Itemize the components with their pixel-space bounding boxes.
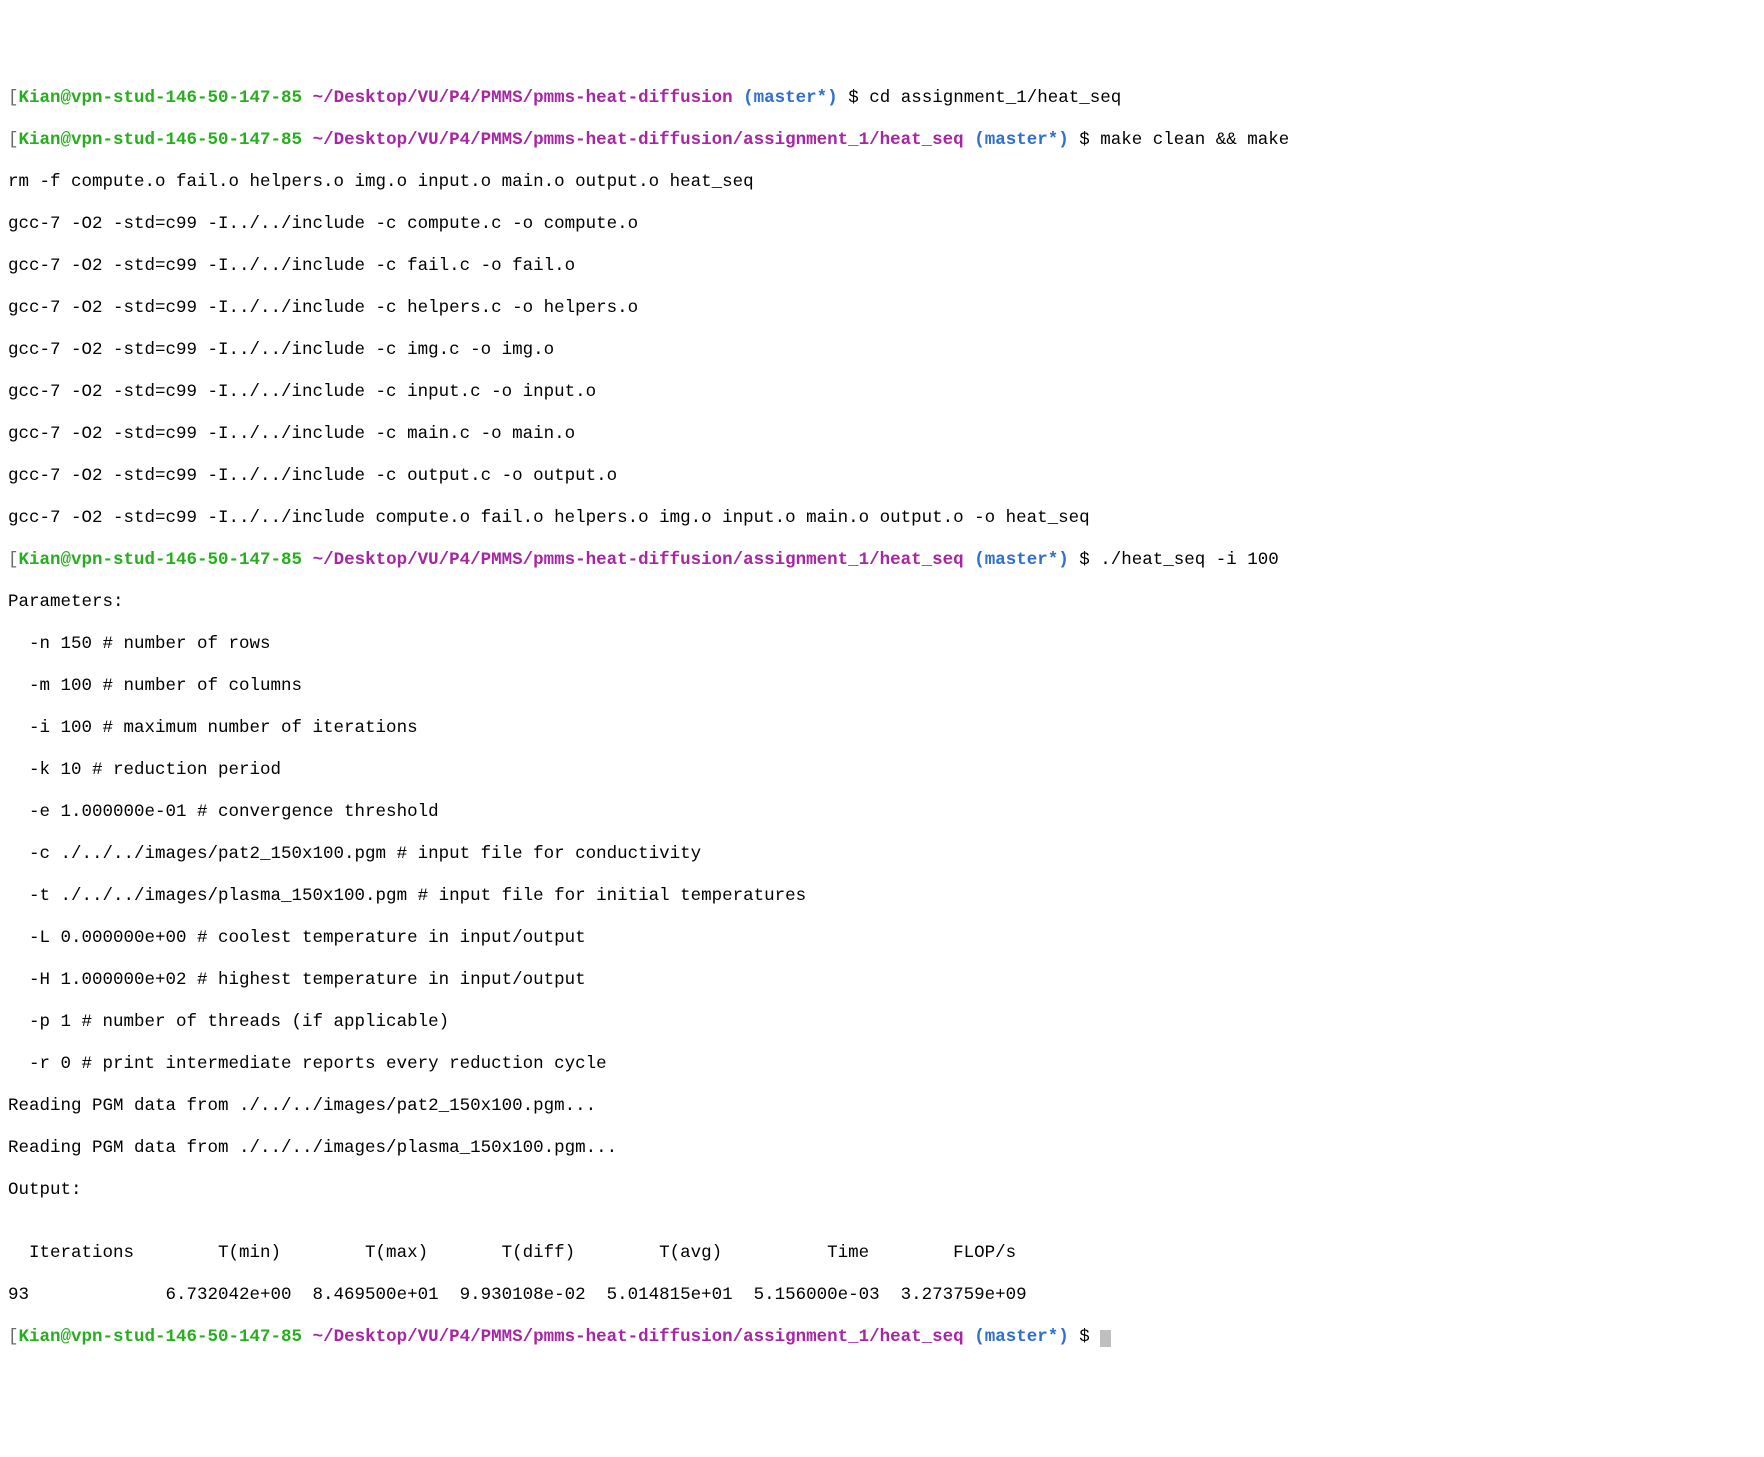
prompt-dollar: $: [838, 88, 870, 108]
params-header: Parameters:: [8, 592, 1756, 613]
param-line: -c ./../../images/pat2_150x100.pgm # inp…: [8, 844, 1756, 865]
user-host: Kian@vpn-stud-146-50-147-85: [19, 130, 303, 150]
results-table-row: 93 6.732042e+00 8.469500e+01 9.930108e-0…: [8, 1285, 1756, 1306]
cwd-path: ~/Desktop/VU/P4/PMMS/pmms-heat-diffusion: [313, 88, 733, 108]
param-line: -e 1.000000e-01 # convergence threshold: [8, 802, 1756, 823]
make-output-line: gcc-7 -O2 -std=c99 -I../../include -c ou…: [8, 466, 1756, 487]
param-line: -L 0.000000e+00 # coolest temperature in…: [8, 928, 1756, 949]
make-output-line: gcc-7 -O2 -std=c99 -I../../include -c im…: [8, 340, 1756, 361]
prompt-line-3: [Kian@vpn-stud-146-50-147-85 ~/Desktop/V…: [8, 550, 1756, 571]
prompt-dollar: $: [1069, 1327, 1101, 1347]
make-output-line: gcc-7 -O2 -std=c99 -I../../include -c fa…: [8, 256, 1756, 277]
make-output-line: rm -f compute.o fail.o helpers.o img.o i…: [8, 172, 1756, 193]
param-line: -k 10 # reduction period: [8, 760, 1756, 781]
git-branch: (master*): [743, 88, 838, 108]
user-host: Kian@vpn-stud-146-50-147-85: [19, 550, 303, 570]
results-table-header: Iterations T(min) T(max) T(diff) T(avg) …: [8, 1243, 1756, 1264]
param-line: -t ./../../images/plasma_150x100.pgm # i…: [8, 886, 1756, 907]
command-text[interactable]: make clean && make: [1100, 130, 1289, 150]
param-line: -m 100 # number of columns: [8, 676, 1756, 697]
prompt-line-2: [Kian@vpn-stud-146-50-147-85 ~/Desktop/V…: [8, 130, 1756, 151]
param-line: -p 1 # number of threads (if applicable): [8, 1012, 1756, 1033]
make-output-line: gcc-7 -O2 -std=c99 -I../../include -c co…: [8, 214, 1756, 235]
reading-line: Reading PGM data from ./../../images/pla…: [8, 1138, 1756, 1159]
bracket-open: [: [8, 130, 19, 150]
param-line: -H 1.000000e+02 # highest temperature in…: [8, 970, 1756, 991]
output-header: Output:: [8, 1180, 1756, 1201]
reading-line: Reading PGM data from ./../../images/pat…: [8, 1096, 1756, 1117]
prompt-line-1: [Kian@vpn-stud-146-50-147-85 ~/Desktop/V…: [8, 88, 1756, 109]
cwd-path: ~/Desktop/VU/P4/PMMS/pmms-heat-diffusion…: [313, 1327, 964, 1347]
prompt-dollar: $: [1069, 550, 1101, 570]
bracket-open: [: [8, 550, 19, 570]
git-branch: (master*): [974, 550, 1069, 570]
git-branch: (master*): [974, 1327, 1069, 1347]
bracket-open: [: [8, 1327, 19, 1347]
param-line: -i 100 # maximum number of iterations: [8, 718, 1756, 739]
param-line: -r 0 # print intermediate reports every …: [8, 1054, 1756, 1075]
cwd-path: ~/Desktop/VU/P4/PMMS/pmms-heat-diffusion…: [313, 130, 964, 150]
command-text[interactable]: ./heat_seq -i 100: [1100, 550, 1279, 570]
bracket-open: [: [8, 88, 19, 108]
make-output-line: gcc-7 -O2 -std=c99 -I../../include compu…: [8, 508, 1756, 529]
make-output-line: gcc-7 -O2 -std=c99 -I../../include -c in…: [8, 382, 1756, 403]
prompt-line-4[interactable]: [Kian@vpn-stud-146-50-147-85 ~/Desktop/V…: [8, 1327, 1756, 1348]
cwd-path: ~/Desktop/VU/P4/PMMS/pmms-heat-diffusion…: [313, 550, 964, 570]
user-host: Kian@vpn-stud-146-50-147-85: [19, 1327, 303, 1347]
command-text[interactable]: cd assignment_1/heat_seq: [869, 88, 1121, 108]
make-output-line: gcc-7 -O2 -std=c99 -I../../include -c ma…: [8, 424, 1756, 445]
git-branch: (master*): [974, 130, 1069, 150]
param-line: -n 150 # number of rows: [8, 634, 1756, 655]
user-host: Kian@vpn-stud-146-50-147-85: [19, 88, 303, 108]
make-output-line: gcc-7 -O2 -std=c99 -I../../include -c he…: [8, 298, 1756, 319]
prompt-dollar: $: [1069, 130, 1101, 150]
cursor-icon[interactable]: [1100, 1330, 1111, 1348]
